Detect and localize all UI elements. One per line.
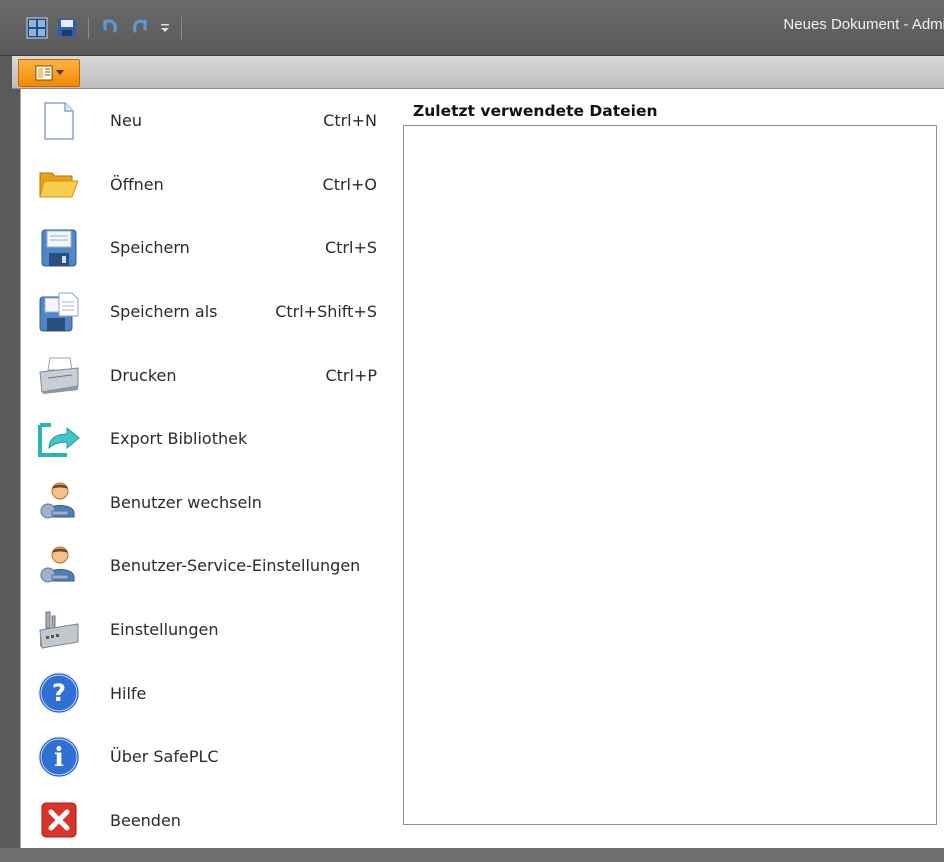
menu-item-label: Einstellungen: [110, 620, 219, 640]
info-icon: i: [37, 735, 81, 779]
svg-text:?: ?: [52, 679, 66, 707]
redo-icon[interactable]: [129, 17, 151, 39]
menu-item-label: Über SafePLC: [110, 747, 219, 767]
qat-separator: [181, 17, 182, 39]
qat-separator: [88, 17, 89, 39]
save-icon: [37, 226, 81, 270]
menu-item-shortcut: Ctrl+Shift+S: [275, 302, 377, 322]
ribbon-tab-row: [12, 56, 944, 89]
export-icon: [37, 417, 81, 461]
window-bottom-edge: [0, 848, 944, 862]
menu-item-beenden[interactable]: Beenden: [21, 789, 401, 853]
quick-access-toolbar: [26, 12, 184, 44]
menu-item-speichern-als[interactable]: Speichern als Ctrl+Shift+S: [21, 280, 401, 344]
menu-item-shortcut: Ctrl+N: [323, 111, 377, 131]
menu-item-ueber[interactable]: i Über SafePLC: [21, 725, 401, 789]
menu-item-label: Drucken: [110, 365, 177, 385]
svg-text:i: i: [54, 743, 64, 773]
menu-item-export[interactable]: Export Bibliothek: [21, 407, 401, 471]
command-list: Neu Ctrl+N Öffnen Ctrl+O Speichern Ctrl+…: [21, 89, 401, 852]
recent-files-panel: Zuletzt verwendete Dateien: [401, 89, 944, 862]
user-key-icon: [37, 544, 81, 588]
user-key-icon: [37, 480, 81, 524]
menu-item-label: Speichern als: [110, 302, 218, 322]
menu-item-label: Benutzer-Service-Einstellungen: [110, 556, 361, 576]
menu-item-einstellungen[interactable]: Einstellungen: [21, 598, 401, 662]
menu-item-benutzer-wechseln[interactable]: Benutzer wechseln: [21, 471, 401, 535]
window-title: Neues Dokument - Admi: [783, 16, 944, 33]
menu-item-drucken[interactable]: Drucken Ctrl+P: [21, 343, 401, 407]
menu-item-shortcut: Ctrl+P: [325, 365, 377, 385]
title-bar: Neues Dokument - Admi: [0, 0, 944, 56]
app-menu-button[interactable]: [18, 59, 80, 87]
customize-qat-icon[interactable]: [159, 17, 171, 39]
menu-item-label: Speichern: [110, 238, 190, 258]
app-menu-icon: [35, 65, 52, 81]
menu-item-label: Benutzer wechseln: [110, 492, 262, 512]
menu-item-benutzer-service[interactable]: Benutzer-Service-Einstellungen: [21, 534, 401, 598]
folder-open-icon: [37, 162, 81, 206]
save-icon[interactable]: [56, 17, 78, 39]
menu-item-label: Export Bibliothek: [110, 429, 248, 449]
app-logo-icon: [26, 17, 48, 39]
printer-icon: [37, 353, 81, 397]
new-document-icon: [37, 99, 81, 143]
application-menu: Neu Ctrl+N Öffnen Ctrl+O Speichern Ctrl+…: [20, 89, 944, 862]
menu-item-label: Öffnen: [110, 174, 164, 194]
menu-item-label: Hilfe: [110, 683, 147, 703]
close-icon: [37, 798, 81, 842]
recent-files-title: Zuletzt verwendete Dateien: [413, 102, 658, 120]
menu-item-shortcut: Ctrl+O: [322, 174, 377, 194]
save-as-icon: [37, 290, 81, 334]
undo-icon[interactable]: [99, 17, 121, 39]
menu-item-neu[interactable]: Neu Ctrl+N: [21, 89, 401, 153]
menu-item-label: Beenden: [110, 810, 181, 830]
recent-files-list[interactable]: [403, 125, 937, 825]
chevron-down-icon: [55, 70, 64, 75]
menu-item-oeffnen[interactable]: Öffnen Ctrl+O: [21, 153, 401, 217]
menu-item-speichern[interactable]: Speichern Ctrl+S: [21, 216, 401, 280]
menu-item-hilfe[interactable]: ? Hilfe: [21, 661, 401, 725]
menu-item-label: Neu: [110, 111, 142, 131]
factory-settings-icon: [37, 608, 81, 652]
help-icon: ?: [37, 671, 81, 715]
menu-item-shortcut: Ctrl+S: [324, 238, 377, 258]
